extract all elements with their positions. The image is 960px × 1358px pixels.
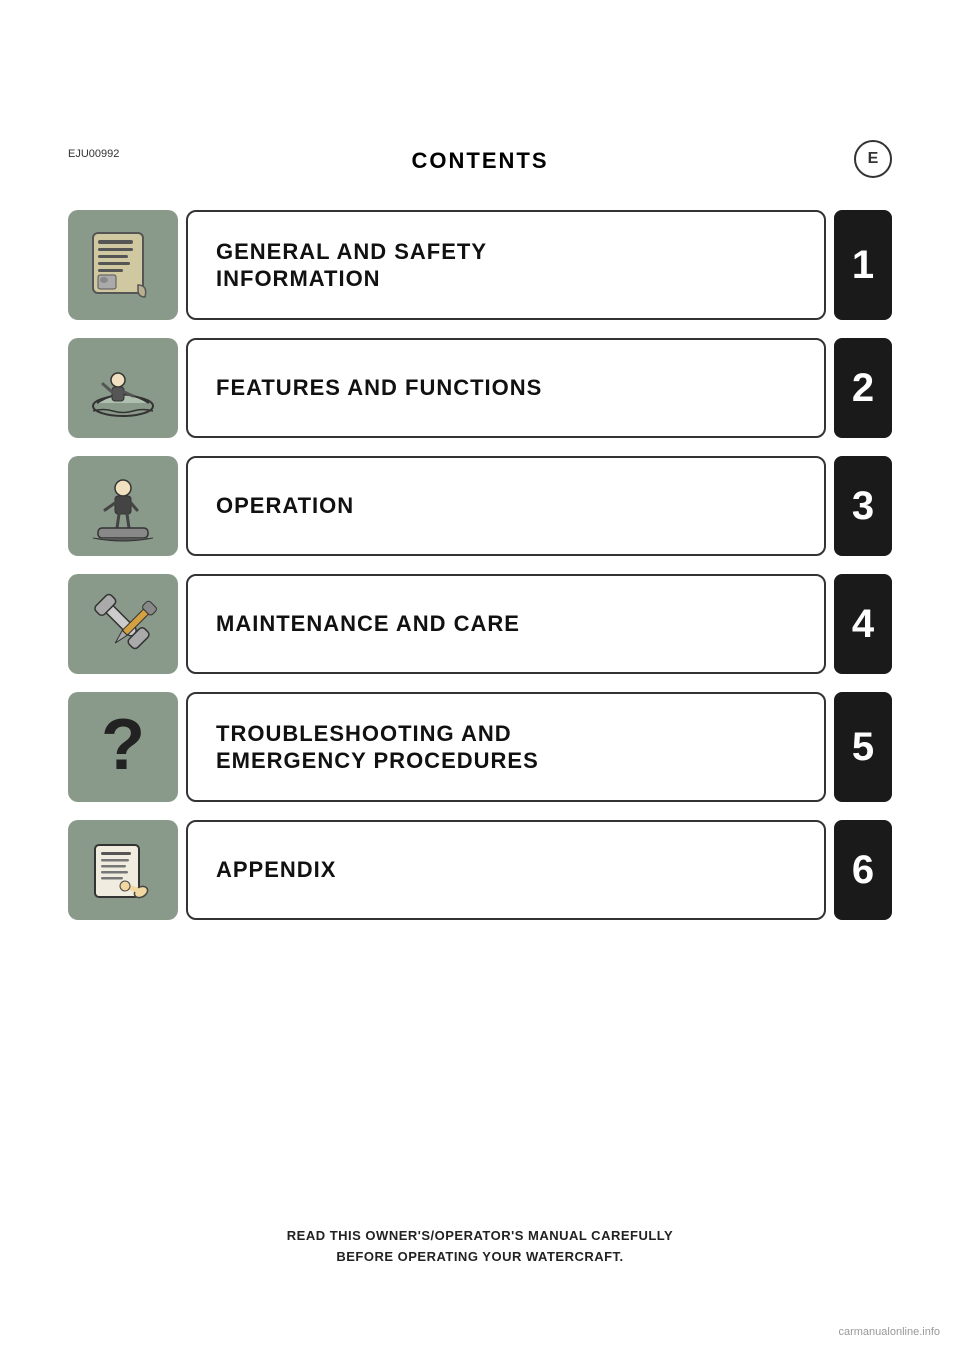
number-box-3: 3: [834, 456, 892, 556]
label-box-5: TROUBLESHOOTING ANDEMERGENCY PROCEDURES: [186, 692, 826, 802]
label-text-6: APPENDIX: [216, 856, 336, 884]
page: EJU00992 CONTENTS E: [0, 0, 960, 1358]
number-text-4: 4: [852, 604, 874, 644]
icon-box-5: ?: [68, 692, 178, 802]
language-badge: E: [854, 140, 892, 178]
toc-row-3[interactable]: OPERATION 3: [68, 456, 892, 556]
toc-row-6[interactable]: APPENDIX 6: [68, 820, 892, 920]
icon-box-2: [68, 338, 178, 438]
toc-row-1[interactable]: GENERAL AND SAFETYINFORMATION 1: [68, 210, 892, 320]
label-box-3: OPERATION: [186, 456, 826, 556]
footer-line2: BEFORE OPERATING YOUR WATERCRAFT.: [336, 1249, 623, 1264]
footer-text: READ THIS OWNER'S/OPERATOR'S MANUAL CARE…: [0, 1226, 960, 1268]
number-box-6: 6: [834, 820, 892, 920]
appendix-book-icon: [83, 830, 163, 910]
number-box-2: 2: [834, 338, 892, 438]
svg-text:?: ?: [101, 707, 145, 785]
label-text-4: MAINTENANCE AND CARE: [216, 610, 520, 638]
number-text-3: 3: [852, 486, 874, 526]
toc-row-4[interactable]: MAINTENANCE AND CARE 4: [68, 574, 892, 674]
toc-row-5[interactable]: ? TROUBLESHOOTING ANDEMERGENCY PROCEDURE…: [68, 692, 892, 802]
number-box-4: 4: [834, 574, 892, 674]
label-text-1: GENERAL AND SAFETYINFORMATION: [216, 238, 487, 293]
number-text-6: 6: [852, 850, 874, 890]
icon-box-6: [68, 820, 178, 920]
number-text-5: 5: [852, 727, 874, 767]
label-text-3: OPERATION: [216, 492, 354, 520]
label-text-5: TROUBLESHOOTING ANDEMERGENCY PROCEDURES: [216, 720, 539, 775]
label-box-6: APPENDIX: [186, 820, 826, 920]
toc-row-2[interactable]: FEATURES AND FUNCTIONS 2: [68, 338, 892, 438]
tools-icon: [83, 584, 163, 664]
number-text-2: 2: [852, 368, 874, 408]
label-text-2: FEATURES AND FUNCTIONS: [216, 374, 542, 402]
watermark: carmanualonline.info: [838, 1326, 940, 1338]
footer-line1: READ THIS OWNER'S/OPERATOR'S MANUAL CARE…: [287, 1228, 673, 1243]
icon-box-3: [68, 456, 178, 556]
label-box-4: MAINTENANCE AND CARE: [186, 574, 826, 674]
page-title: CONTENTS: [0, 148, 960, 174]
number-box-5: 5: [834, 692, 892, 802]
manual-icon: [83, 225, 163, 305]
boat-rider-icon: [83, 348, 163, 428]
label-box-2: FEATURES AND FUNCTIONS: [186, 338, 826, 438]
number-box-1: 1: [834, 210, 892, 320]
icon-box-1: [68, 210, 178, 320]
icon-box-4: [68, 574, 178, 674]
question-icon: ?: [83, 707, 163, 787]
operator-icon: [83, 466, 163, 546]
contents-area: GENERAL AND SAFETYINFORMATION 1: [68, 210, 892, 938]
label-box-1: GENERAL AND SAFETYINFORMATION: [186, 210, 826, 320]
number-text-1: 1: [852, 245, 874, 285]
